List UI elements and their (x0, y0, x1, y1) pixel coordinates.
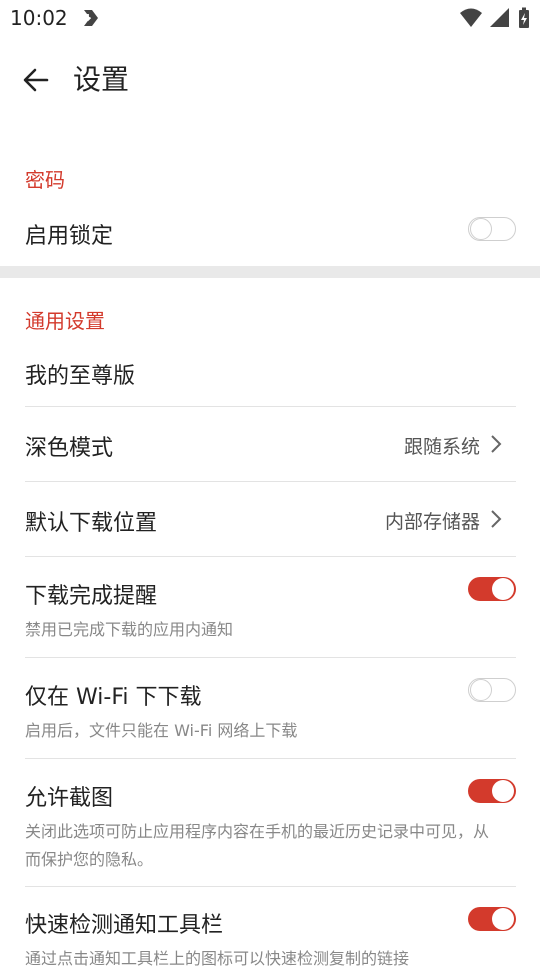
dark-mode-value: 跟随系统 (403, 436, 480, 458)
section-title-general: 通用设置 (25, 309, 105, 333)
download-location-label: 默认下载位置 (25, 511, 158, 536)
allow-screenshot-description: 关闭此选项可防止应用程序内容在手机的最近历史记录中可见，从而保护您的隐私。 (25, 822, 490, 869)
divider (25, 481, 516, 482)
page-title: 设置 (73, 63, 130, 96)
allow-screenshot-toggle[interactable] (468, 779, 516, 803)
download-reminder-label: 下载完成提醒 (25, 584, 158, 609)
wifi-icon (460, 8, 482, 27)
download-reminder-toggle[interactable] (468, 577, 516, 601)
download-location-value: 内部存储器 (384, 511, 480, 533)
wifi-only-label: 仅在 Wi-Fi 下下载 (25, 685, 202, 710)
premium-label: 我的至尊版 (25, 364, 136, 389)
toggle-knob (492, 780, 514, 802)
download-notification-icon (84, 10, 98, 26)
quick-detect-label: 快速检测通知工具栏 (25, 913, 224, 938)
divider (25, 886, 516, 887)
divider (25, 406, 516, 407)
quick-detect-toggle[interactable] (468, 907, 516, 931)
status-bar: 10:02 (0, 0, 540, 36)
allow-screenshot-label: 允许截图 (25, 786, 114, 811)
back-arrow-icon[interactable] (20, 64, 52, 96)
status-time: 10:02 (10, 6, 68, 30)
enable-lock-toggle[interactable] (468, 217, 516, 241)
wifi-only-description: 启用后，文件只能在 Wi-Fi 网络上下载 (25, 721, 298, 740)
app-bar: 设置 (0, 40, 540, 116)
toggle-knob (492, 578, 514, 600)
enable-lock-label: 启用锁定 (25, 224, 114, 249)
chevron-right-icon (491, 510, 502, 528)
quick-detect-description: 通过点击通知工具栏上的图标可以快速检测复制的链接 (25, 949, 410, 968)
divider (25, 556, 516, 557)
chevron-right-icon (491, 435, 502, 453)
divider (25, 657, 516, 658)
section-title-password: 密码 (25, 168, 65, 192)
dark-mode-label: 深色模式 (25, 436, 114, 461)
wifi-only-toggle[interactable] (468, 678, 516, 702)
signal-icon (490, 8, 509, 27)
battery-icon (519, 7, 529, 28)
toggle-knob (470, 218, 492, 240)
section-separator (0, 266, 540, 278)
divider (25, 758, 516, 759)
download-reminder-description: 禁用已完成下载的应用内通知 (25, 620, 234, 639)
toggle-knob (470, 679, 492, 701)
toggle-knob (492, 908, 514, 930)
